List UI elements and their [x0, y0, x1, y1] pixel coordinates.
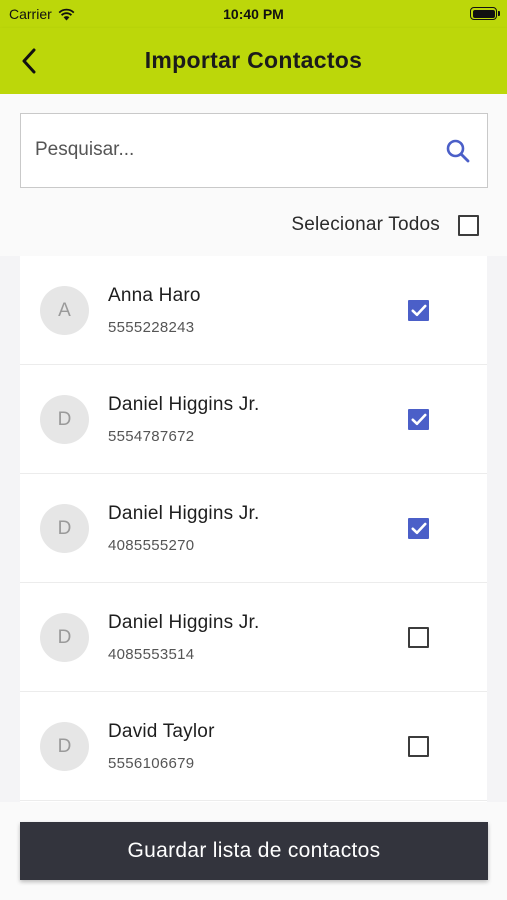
checkmark-icon	[411, 522, 426, 535]
checkmark-icon	[411, 413, 426, 426]
nav-bar: Importar Contactos	[0, 28, 507, 94]
contact-phone: 5555228243	[108, 319, 195, 336]
footer-area: Guardar lista de contactos	[0, 802, 507, 900]
avatar: A	[40, 286, 89, 335]
contact-list[interactable]: A Anna Haro 5555228243 D Daniel Higgins Jr. 5…	[20, 256, 487, 802]
select-all-row[interactable]: Selecionar Todos	[291, 214, 479, 236]
contact-phone: 5556106679	[108, 755, 195, 772]
contact-checkbox[interactable]	[408, 627, 429, 648]
contact-name: Anna Haro	[108, 285, 201, 306]
status-time: 10:40 PM	[223, 6, 284, 22]
contact-row[interactable]: D David Taylor 5556106679	[20, 692, 487, 801]
contact-name: Daniel Higgins Jr.	[108, 394, 260, 415]
search-box	[20, 113, 488, 188]
contact-name: Daniel Higgins Jr.	[108, 612, 260, 633]
avatar: D	[40, 613, 89, 662]
avatar: D	[40, 504, 89, 553]
contact-phone: 4085555270	[108, 537, 195, 554]
battery-icon	[470, 7, 500, 20]
save-contacts-button[interactable]: Guardar lista de contactos	[20, 822, 488, 880]
status-bar: Carrier 10:40 PM	[0, 0, 507, 28]
contact-phone: 4085553514	[108, 646, 195, 663]
contact-checkbox[interactable]	[408, 409, 429, 430]
avatar: D	[40, 722, 89, 771]
contact-name: Daniel Higgins Jr.	[108, 503, 260, 524]
avatar: D	[40, 395, 89, 444]
search-icon[interactable]	[445, 138, 471, 164]
contact-row[interactable]: D Daniel Higgins Jr. 4085555270	[20, 474, 487, 583]
header-area: Selecionar Todos	[0, 94, 507, 256]
checkmark-icon	[411, 304, 426, 317]
contact-name: David Taylor	[108, 721, 215, 742]
contact-checkbox[interactable]	[408, 300, 429, 321]
contact-phone: 5554787672	[108, 428, 195, 445]
contact-row[interactable]: D Daniel Higgins Jr. 5554787672	[20, 365, 487, 474]
page-title: Importar Contactos	[144, 47, 363, 73]
contact-row[interactable]: A Anna Haro 5555228243	[20, 256, 487, 365]
contact-checkbox[interactable]	[408, 736, 429, 757]
contact-row[interactable]: D Daniel Higgins Jr. 4085553514	[20, 583, 487, 692]
select-all-label: Selecionar Todos	[291, 214, 440, 235]
select-all-checkbox[interactable]	[458, 214, 479, 236]
search-input[interactable]	[35, 114, 435, 186]
contact-checkbox[interactable]	[408, 518, 429, 539]
